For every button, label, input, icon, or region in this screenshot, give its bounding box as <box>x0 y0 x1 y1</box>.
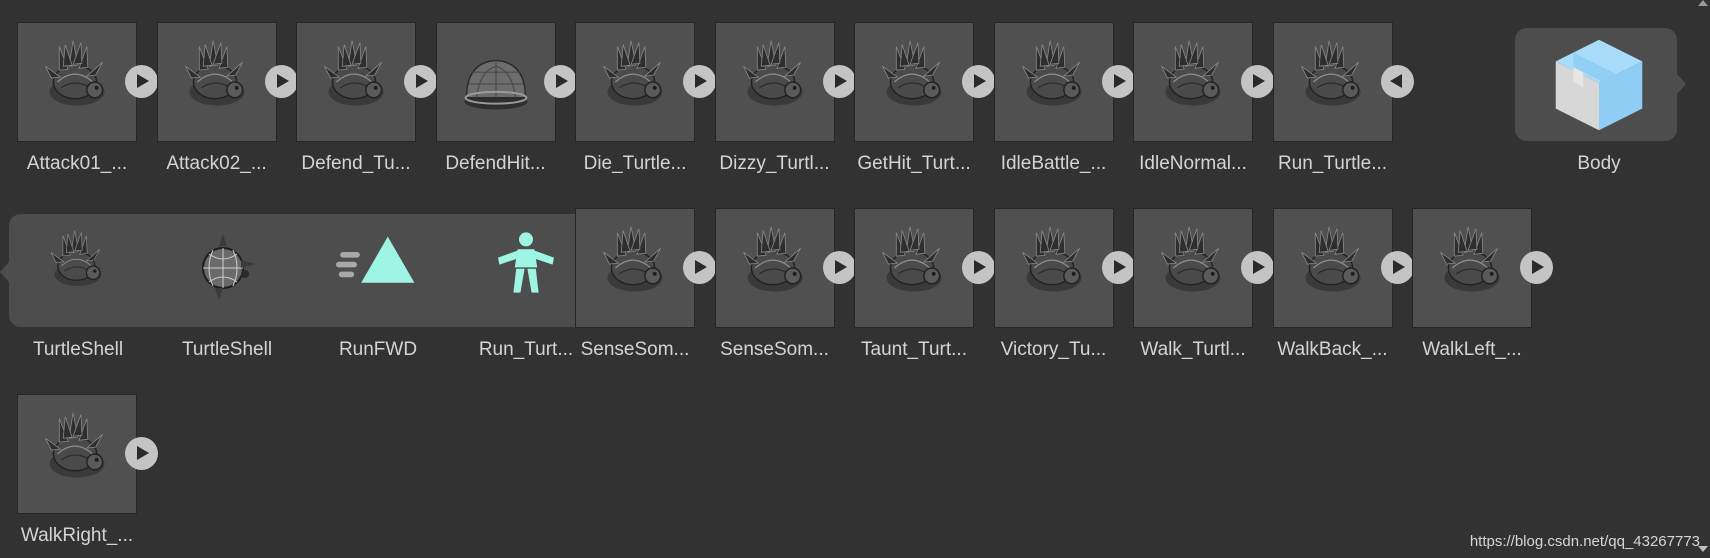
prefab-box-icon <box>1540 26 1658 144</box>
asset-thumbnail <box>1412 208 1532 328</box>
asset-label: IdleNormal... <box>1139 153 1247 174</box>
asset-thumbnail <box>993 208 1114 328</box>
expand-subassets-button[interactable] <box>1241 65 1274 98</box>
asset-thumbnail <box>854 22 974 142</box>
turtle-shell-icon <box>36 224 120 308</box>
asset-label: TurtleShell <box>32 339 124 360</box>
asset-thumbnail <box>993 22 1114 142</box>
scroll-up-arrow[interactable] <box>1698 0 1708 6</box>
asset-thumbnail <box>1133 22 1253 142</box>
watermark: https://blog.csdn.net/qq_43267773 <box>1469 533 1700 550</box>
collapse-subassets-button[interactable] <box>1380 65 1414 98</box>
asset-thumbnail <box>17 394 137 514</box>
body-panel-notch <box>1677 74 1686 94</box>
sub-asset-panel-notch <box>0 262 9 282</box>
asset-label: WalkLeft_... <box>1422 339 1522 360</box>
asset-thumbnail <box>1272 22 1393 142</box>
asset-label: GetHit_Turt... <box>857 153 971 174</box>
expand-subassets-button[interactable] <box>543 65 577 98</box>
mesh-sphere-icon <box>185 224 269 308</box>
asset-label: Taunt_Turt... <box>861 339 967 360</box>
expand-subassets-button[interactable] <box>125 437 158 470</box>
asset-thumbnail <box>156 22 277 142</box>
asset-thumbnail <box>1133 208 1253 328</box>
asset-thumbnail <box>714 208 835 328</box>
asset-label: SenseSom... <box>720 339 829 360</box>
expand-subassets-button[interactable] <box>264 65 298 98</box>
expand-subassets-button[interactable] <box>1520 251 1553 284</box>
asset-label: SenseSom... <box>580 339 690 360</box>
asset-label: Run_Turtle... <box>1277 153 1388 174</box>
asset-label: Die_Turtle... <box>583 153 687 174</box>
asset-thumbnail <box>1272 208 1393 328</box>
expand-subassets-button[interactable] <box>404 65 437 98</box>
expand-subassets-button[interactable] <box>683 251 716 284</box>
asset-thumbnail <box>854 208 974 328</box>
asset-label: RunFWD <box>338 339 418 360</box>
expand-subassets-button[interactable] <box>1380 251 1414 284</box>
asset-label: WalkRight_... <box>20 525 134 546</box>
expand-subassets-button[interactable] <box>822 65 856 98</box>
asset-thumbnail <box>17 22 137 142</box>
expand-subassets-button[interactable] <box>125 65 158 98</box>
asset-label: IdleBattle_... <box>1000 153 1107 174</box>
asset-label: WalkBack_... <box>1277 339 1388 360</box>
expand-subassets-button[interactable] <box>1241 251 1274 284</box>
asset-thumbnail <box>575 208 695 328</box>
asset-label: DefendHit... <box>445 153 546 174</box>
avatar-icon <box>484 224 568 308</box>
asset-label: Defend_Tu... <box>301 153 411 174</box>
asset-label: Dizzy_Turtl... <box>719 153 830 174</box>
asset-thumbnail <box>296 22 416 142</box>
asset-label: Walk_Turtl... <box>1140 339 1246 360</box>
expand-subassets-button[interactable] <box>822 251 856 284</box>
expand-subassets-button[interactable] <box>1101 251 1135 284</box>
expand-subassets-button[interactable] <box>962 251 995 284</box>
asset-label: Victory_Tu... <box>1000 339 1107 360</box>
asset-label: TurtleShell <box>181 339 273 360</box>
expand-subassets-button[interactable] <box>1101 65 1135 98</box>
asset-thumbnail <box>435 22 556 142</box>
expand-subassets-button[interactable] <box>962 65 995 98</box>
animation-clip-icon <box>336 224 420 308</box>
asset-thumbnail <box>575 22 695 142</box>
asset-label: Body <box>1577 153 1621 174</box>
asset-label: Attack01_... <box>26 153 128 174</box>
expand-subassets-button[interactable] <box>683 65 716 98</box>
asset-thumbnail <box>714 22 835 142</box>
asset-label: Attack02_... <box>166 153 267 174</box>
